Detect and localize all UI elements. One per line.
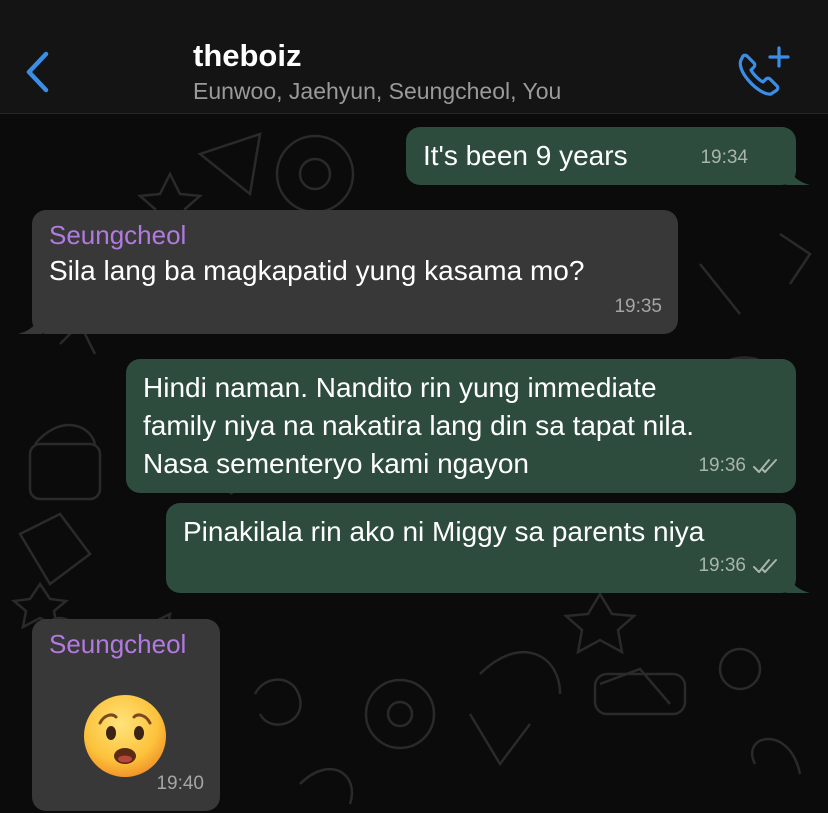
message-meta: 19:34 bbox=[700, 139, 748, 177]
message-bubble-outgoing[interactable]: It's been 9 years 19:34 bbox=[406, 127, 810, 185]
double-check-icon bbox=[753, 559, 777, 573]
message-text: Sila lang ba magkapatid yung kasama mo? bbox=[49, 255, 585, 286]
sender-name[interactable]: Seungcheol bbox=[49, 218, 678, 252]
message-bubble-incoming[interactable]: Seungcheol Sila lang ba magkapatid yung … bbox=[18, 210, 678, 334]
message-bubble-outgoing[interactable]: Pinakilala rin ako ni Miggy sa parents n… bbox=[166, 503, 810, 593]
message-meta: 19:40 bbox=[156, 765, 204, 803]
message-text-line: Hindi naman. Nandito rin yung immediate bbox=[143, 372, 657, 403]
group-title[interactable]: theboiz bbox=[193, 38, 302, 74]
double-check-icon bbox=[753, 459, 777, 473]
message-time: 19:36 bbox=[698, 555, 746, 576]
message-bubble-outgoing[interactable]: Hindi naman. Nandito rin yung immediate … bbox=[126, 359, 796, 493]
message-time: 19:40 bbox=[156, 773, 204, 794]
message-meta: 19:35 bbox=[614, 288, 662, 326]
chat-header: theboiz Eunwoo, Jaehyun, Seungcheol, You bbox=[0, 0, 828, 114]
message-text: Pinakilala rin ako ni Miggy sa parents n… bbox=[183, 516, 705, 547]
add-call-icon bbox=[738, 46, 790, 96]
bubble-tail bbox=[786, 163, 810, 185]
message-meta: 19:36 bbox=[698, 547, 780, 585]
message-bubble-incoming[interactable]: Seungcheol 19:40 bbox=[32, 619, 220, 811]
message-meta: 19:36 bbox=[698, 447, 780, 485]
message-text: It's been 9 years bbox=[423, 140, 628, 171]
back-button[interactable] bbox=[22, 50, 52, 94]
chevron-left-icon bbox=[26, 51, 49, 93]
message-text-line: family niya na nakatira lang din sa tapa… bbox=[143, 410, 694, 441]
bubble-tail bbox=[786, 571, 810, 593]
sender-name[interactable]: Seungcheol bbox=[49, 627, 220, 661]
message-time: 19:35 bbox=[614, 296, 662, 317]
message-time: 19:36 bbox=[698, 455, 746, 476]
anxious-face-emoji-icon bbox=[84, 695, 166, 777]
add-call-button[interactable] bbox=[733, 44, 793, 100]
bubble-tail bbox=[18, 312, 42, 334]
message-list[interactable]: It's been 9 years 19:34 Seungcheol Sila … bbox=[0, 114, 828, 813]
message-time: 19:34 bbox=[700, 147, 748, 168]
group-members[interactable]: Eunwoo, Jaehyun, Seungcheol, You bbox=[193, 78, 561, 105]
